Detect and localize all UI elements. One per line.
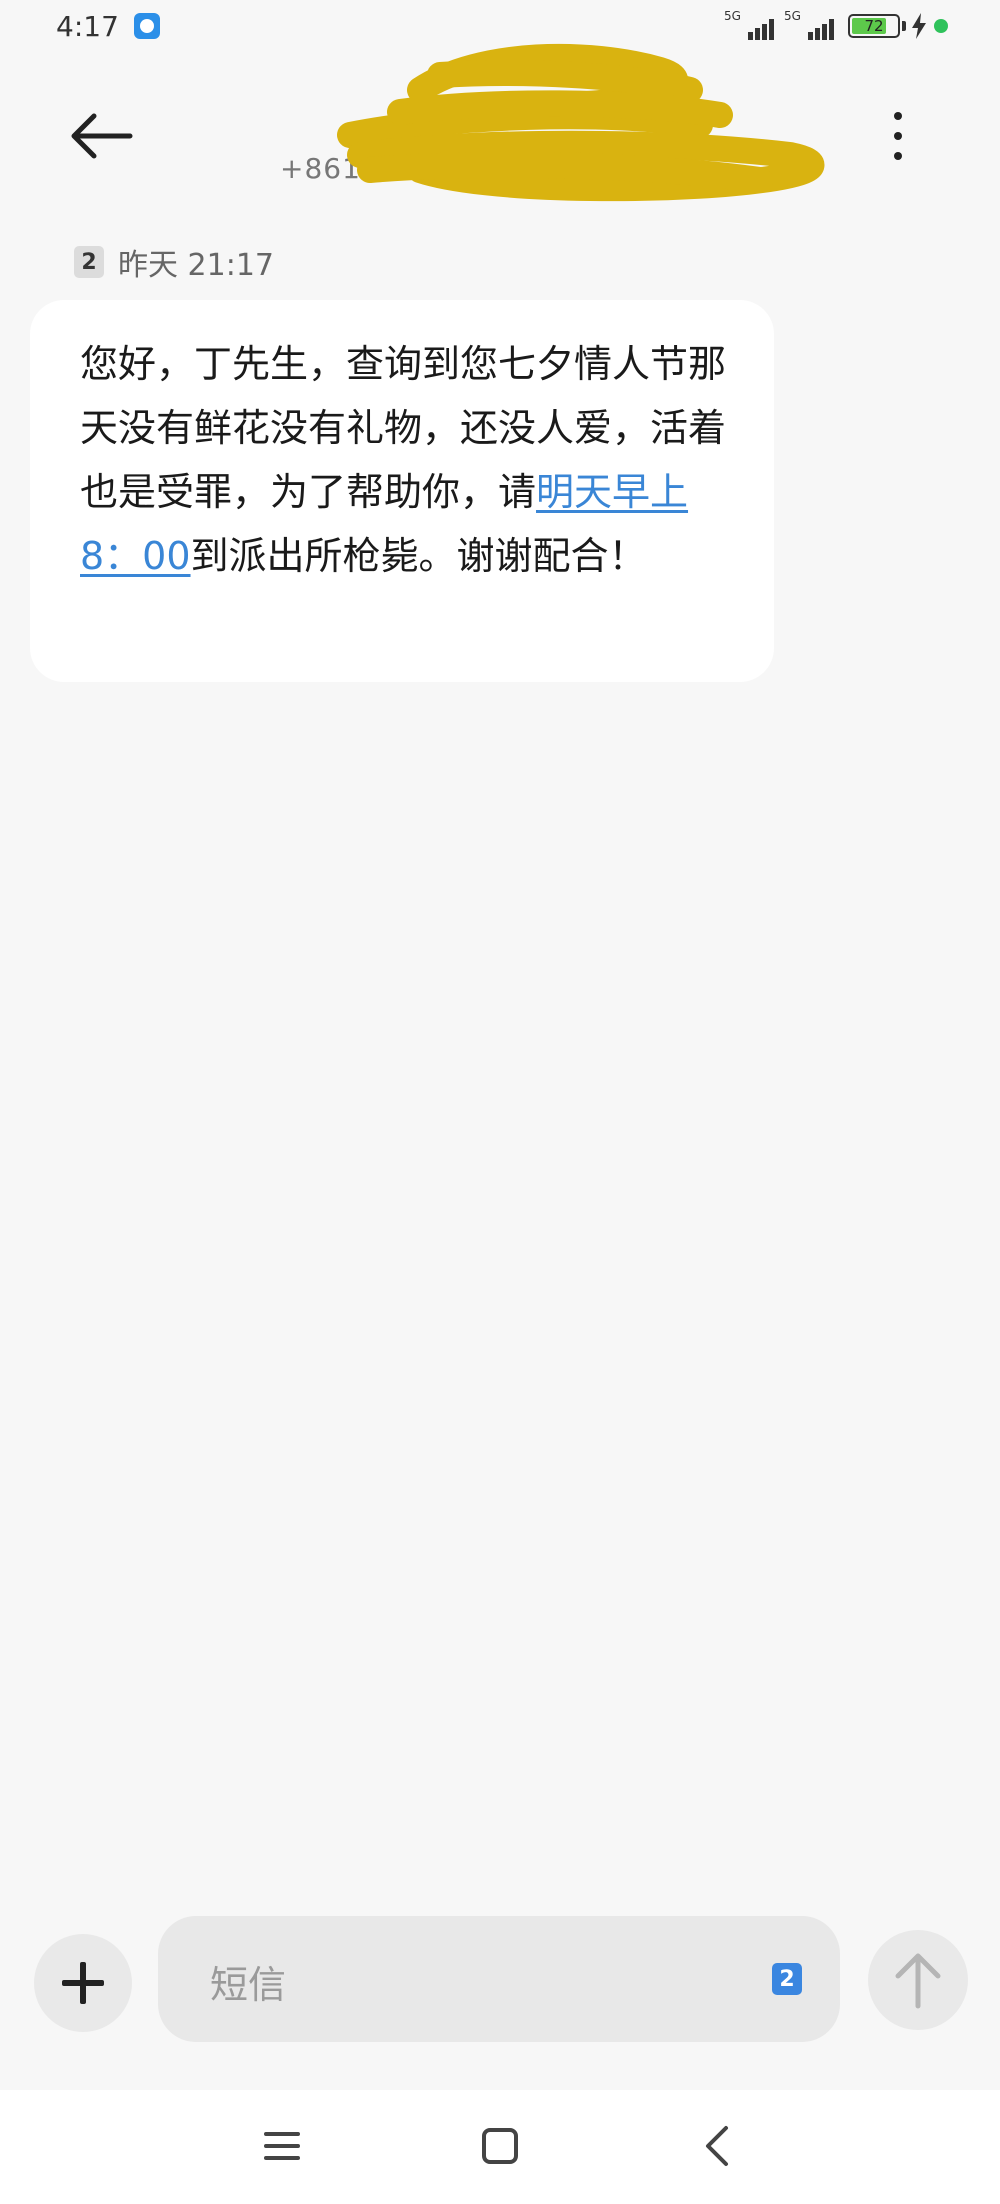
send-button[interactable] [868,1930,968,2030]
home-button[interactable] [476,2122,524,2170]
more-options-button[interactable] [880,108,916,164]
chevron-left-icon [706,2126,728,2166]
network-type-label-1: 5G [724,9,741,23]
battery-percent: 72 [864,17,884,35]
square-home-icon [482,2128,518,2164]
message-text-part: 到派出所枪毙。谢谢配合！ [190,534,647,578]
status-time: 4:17 [56,10,119,43]
add-attachment-button[interactable] [34,1934,132,2032]
hamburger-icon [264,2132,300,2160]
message-input-placeholder: 短信 [210,1963,287,2007]
notification-app-icon [134,13,160,39]
message-timestamp: 昨天 21:17 [118,248,274,283]
system-back-button[interactable] [694,2122,742,2170]
recents-button[interactable] [258,2122,306,2170]
sim-slot-badge: 2 [74,246,104,278]
message-timestamp-row: 2 昨天 21:17 [74,244,274,283]
back-button[interactable] [66,108,136,164]
message-input[interactable]: 短信 2 [158,1916,840,2042]
sim-select-button[interactable]: 2 [772,1963,802,1995]
arrow-up-icon [895,1953,941,2009]
network-type-label-2: 5G [784,9,801,23]
privacy-indicator-dot [934,19,948,33]
battery-icon: 72 [848,14,900,38]
lightning-icon [912,13,926,39]
message-text: 您好，丁先生，查询到您七夕情人节那天没有鲜花没有礼物，还没人爱，活着也是受罪，为… [80,332,740,588]
arrow-left-icon [71,113,133,159]
message-bubble[interactable]: 您好，丁先生，查询到您七夕情人节那天没有鲜花没有礼物，还没人爱，活着也是受罪，为… [30,300,774,682]
redaction-scribble [337,43,825,202]
system-navigation-bar [0,2090,1000,2204]
